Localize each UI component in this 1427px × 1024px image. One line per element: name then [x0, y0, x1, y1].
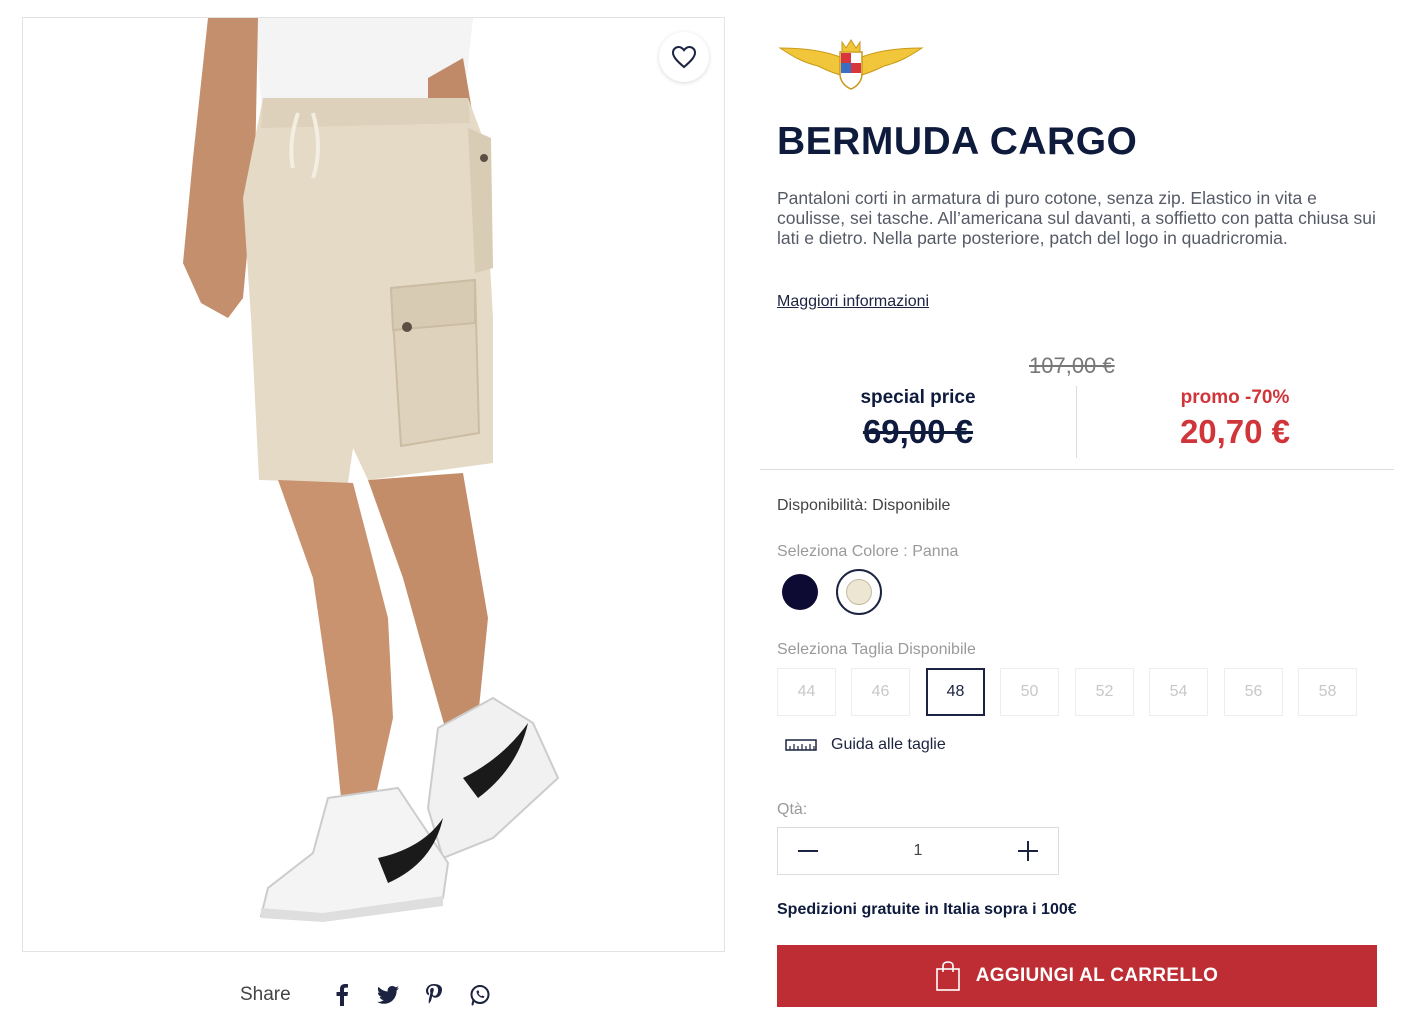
size-option[interactable]: 58	[1298, 668, 1357, 716]
size-option[interactable]: 56	[1224, 668, 1283, 716]
special-price-label: special price	[860, 387, 976, 408]
size-option[interactable]: 46	[851, 668, 910, 716]
size-option[interactable]: 44	[777, 668, 836, 716]
promo-price-column: promo -70% 20,70 €	[1077, 378, 1393, 451]
whatsapp-icon[interactable]	[457, 980, 503, 1010]
share-label: Share	[240, 984, 291, 1005]
size-guide-label: Guida alle taglie	[831, 736, 946, 753]
product-image	[183, 18, 560, 922]
size-option[interactable]: 52	[1075, 668, 1134, 716]
size-option[interactable]: 50	[1000, 668, 1059, 716]
heart-icon	[671, 45, 697, 69]
plus-icon	[1018, 841, 1038, 861]
original-price: 107,00 €	[1029, 353, 1115, 378]
availability-text: Disponibilità: Disponibile	[777, 497, 951, 514]
quantity-label: Qtà:	[777, 801, 808, 818]
special-price-column: special price 69,00 €	[760, 378, 1076, 451]
color-swatch-panna[interactable]	[836, 569, 882, 615]
facebook-icon[interactable]	[319, 980, 365, 1010]
price-box: special price 69,00 € promo -70% 20,70 €	[760, 378, 1394, 470]
product-description: Pantaloni corti in armatura di puro coto…	[777, 188, 1376, 248]
minus-icon	[798, 850, 818, 852]
color-label: Seleziona Colore : Panna	[777, 543, 959, 560]
size-guide-link[interactable]: Guida alle taglie	[785, 736, 946, 754]
quantity-stepper	[777, 827, 1059, 875]
special-price: 69,00 €	[862, 413, 974, 450]
promo-label: promo -70%	[1180, 387, 1290, 408]
size-option-selected[interactable]: 48	[926, 668, 985, 716]
add-to-cart-label: AGGIUNGI AL CARRELLO	[975, 965, 1219, 986]
product-gallery	[22, 17, 725, 952]
shopping-bag-icon	[935, 961, 960, 991]
pinterest-icon[interactable]	[411, 980, 457, 1010]
size-option[interactable]: 54	[1149, 668, 1208, 716]
add-to-cart-button[interactable]: AGGIUNGI AL CARRELLO	[777, 945, 1377, 1007]
quantity-increase-button[interactable]	[998, 828, 1058, 874]
more-info-link[interactable]: Maggiori informazioni	[777, 293, 929, 311]
shipping-note: Spedizioni gratuite in Italia sopra i 10…	[777, 901, 1077, 918]
promo-price: 20,70 €	[1179, 413, 1291, 450]
quantity-decrease-button[interactable]	[778, 828, 838, 874]
quantity-input[interactable]	[838, 828, 998, 874]
color-dot	[846, 579, 872, 605]
twitter-icon[interactable]	[365, 980, 411, 1010]
size-label: Seleziona Taglia Disponibile	[777, 641, 976, 658]
color-swatch-navy[interactable]	[777, 569, 823, 615]
ruler-icon	[785, 739, 817, 751]
brand-logo	[778, 39, 924, 90]
product-title: BERMUDA CARGO	[777, 120, 1138, 163]
share-row: Share	[240, 980, 503, 1010]
color-dot	[782, 574, 818, 610]
wishlist-button[interactable]	[659, 32, 709, 82]
